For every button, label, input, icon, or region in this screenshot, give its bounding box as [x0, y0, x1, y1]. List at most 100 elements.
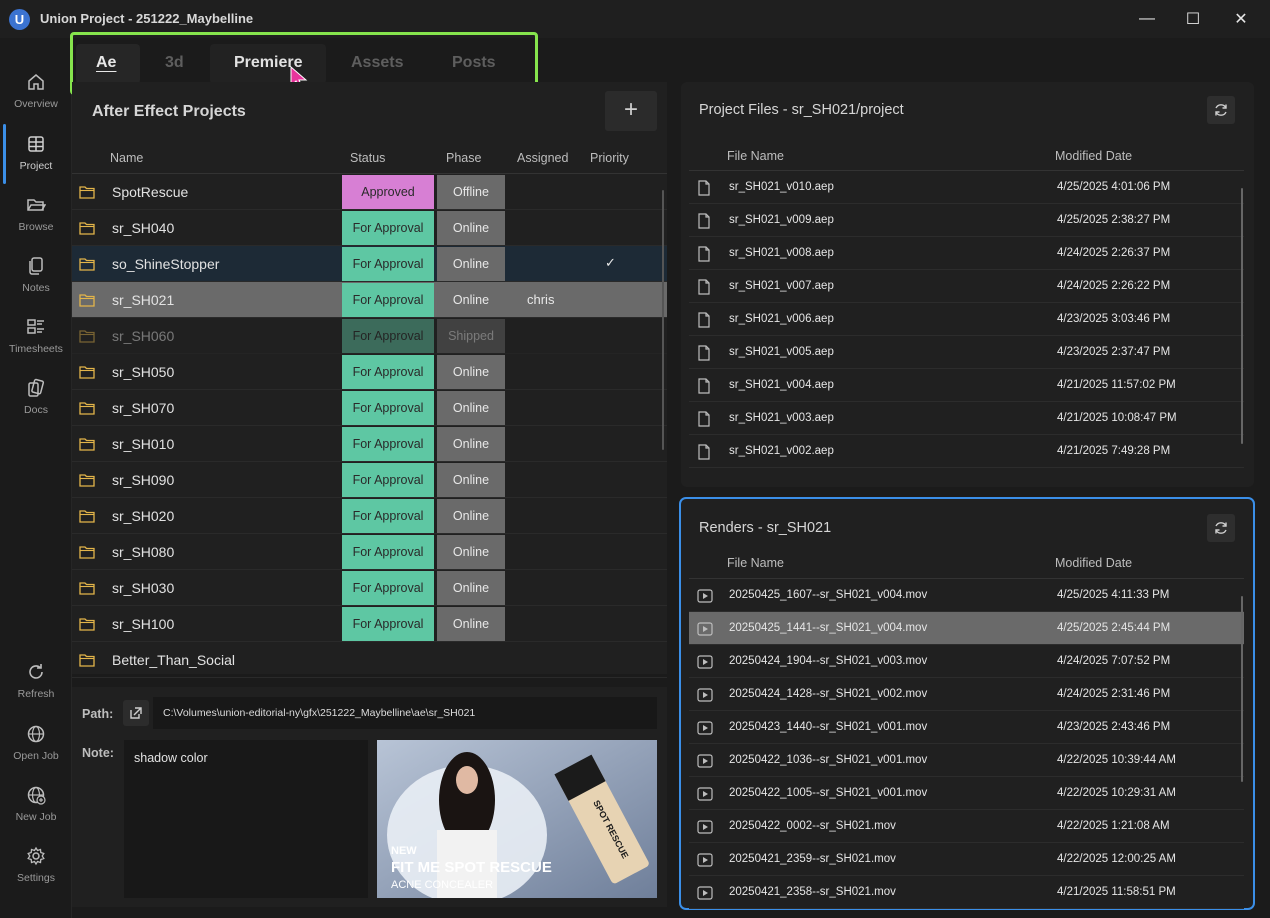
project-row[interactable]: sr_SH030 For Approval Online — [72, 570, 667, 606]
file-row[interactable]: sr_SH021_v010.aep 4/25/2025 4:01:06 PM — [689, 171, 1244, 204]
phase-badge[interactable]: Online — [437, 571, 505, 605]
status-badge[interactable]: For Approval — [342, 391, 434, 425]
nav-settings[interactable]: Settings — [0, 842, 72, 900]
renders-col-name[interactable]: File Name — [727, 556, 784, 570]
phase-badge[interactable]: Shipped — [437, 319, 505, 353]
render-thumbnail: SPOT RESCUE NEW FIT ME SPOT RESCUE ACNE … — [377, 740, 657, 898]
nav-timesheets[interactable]: Timesheets — [0, 313, 72, 371]
project-row[interactable]: sr_SH070 For Approval Online — [72, 390, 667, 426]
col-name[interactable]: Name — [110, 151, 143, 165]
file-row[interactable]: sr_SH021_v006.aep 4/23/2025 3:03:46 PM — [689, 303, 1244, 336]
files-scrollbar[interactable] — [1241, 188, 1243, 444]
render-row[interactable]: 20250425_1441--sr_SH021_v004.mov 4/25/202… — [689, 612, 1244, 645]
video-play-icon — [697, 655, 713, 669]
render-row[interactable]: 20250422_1036--sr_SH021_v001.mov 4/22/202… — [689, 744, 1244, 777]
project-row[interactable]: Better_Than_Social — [72, 642, 667, 678]
render-row[interactable]: 20250422_0002--sr_SH021.mov 4/22/2025 1:2… — [689, 810, 1244, 843]
phase-badge[interactable]: Online — [437, 535, 505, 569]
project-row[interactable]: sr_SH090 For Approval Online — [72, 462, 667, 498]
col-status[interactable]: Status — [350, 151, 385, 165]
phase-badge[interactable]: Online — [437, 391, 505, 425]
status-badge[interactable]: For Approval — [342, 211, 434, 245]
status-badge[interactable]: For Approval — [342, 499, 434, 533]
note-field[interactable]: shadow color — [124, 740, 368, 898]
files-col-date[interactable]: Modified Date — [1055, 149, 1132, 163]
priority-check[interactable]: ✓ — [605, 255, 616, 271]
project-row[interactable]: sr_SH050 For Approval Online — [72, 354, 667, 390]
phase-badge[interactable]: Online — [437, 607, 505, 641]
nav-refresh[interactable]: Refresh — [0, 658, 72, 716]
project-row[interactable]: sr_SH010 For Approval Online — [72, 426, 667, 462]
render-row[interactable]: 20250422_1005--sr_SH021_v001.mov 4/22/202… — [689, 777, 1244, 810]
nav-open-job-label: Open Job — [13, 750, 59, 762]
file-row[interactable]: sr_SH021_v005.aep 4/23/2025 2:37:47 PM — [689, 336, 1244, 369]
status-badge[interactable]: For Approval — [342, 571, 434, 605]
renders-scrollbar[interactable] — [1241, 596, 1243, 782]
project-row[interactable]: sr_SH040 For Approval Online — [72, 210, 667, 246]
phase-badge[interactable]: Online — [437, 427, 505, 461]
minimize-button[interactable]: — — [1124, 0, 1170, 38]
render-row[interactable]: 20250421_2358--sr_SH021.mov 4/21/2025 11:… — [689, 876, 1244, 909]
phase-badge[interactable]: Online — [437, 463, 505, 497]
maximize-button[interactable]: ☐ — [1170, 0, 1216, 38]
status-badge[interactable]: For Approval — [342, 463, 434, 497]
project-row[interactable]: sr_SH060 For Approval Shipped — [72, 318, 667, 354]
status-badge[interactable]: For Approval — [342, 607, 434, 641]
col-phase[interactable]: Phase — [446, 151, 481, 165]
nav-notes[interactable]: Notes — [0, 252, 72, 310]
status-badge[interactable]: For Approval — [342, 427, 434, 461]
path-field[interactable]: C:\Volumes\union-editorial-ny\gfx\251222… — [153, 697, 657, 729]
renders-refresh-button[interactable] — [1207, 514, 1235, 542]
render-row[interactable]: 20250424_1428--sr_SH021_v002.mov 4/24/202… — [689, 678, 1244, 711]
projects-scrollbar[interactable] — [662, 190, 664, 450]
file-row[interactable]: sr_SH021_v009.aep 4/25/2025 2:38:27 PM — [689, 204, 1244, 237]
open-path-button[interactable] — [123, 700, 149, 726]
render-file-name: 20250425_1607--sr_SH021_v004.mov — [729, 589, 928, 601]
project-name: sr_SH050 — [112, 364, 175, 380]
status-badge[interactable]: For Approval — [342, 355, 434, 389]
file-row[interactable]: sr_SH021_v003.aep 4/21/2025 10:08:47 PM — [689, 402, 1244, 435]
render-row[interactable]: 20250424_1904--sr_SH021_v003.mov 4/24/202… — [689, 645, 1244, 678]
render-row[interactable]: 20250423_1440--sr_SH021_v001.mov 4/23/202… — [689, 711, 1244, 744]
file-row[interactable]: sr_SH021_v007.aep 4/24/2025 2:26:22 PM — [689, 270, 1244, 303]
add-project-button[interactable]: + — [605, 91, 657, 131]
close-button[interactable]: ✕ — [1218, 0, 1264, 38]
status-badge[interactable]: For Approval — [342, 247, 434, 281]
files-col-name[interactable]: File Name — [727, 149, 784, 163]
nav-open-job[interactable]: Open Job — [0, 720, 72, 778]
status-badge[interactable]: For Approval — [342, 535, 434, 569]
phase-badge[interactable]: Online — [437, 355, 505, 389]
nav-new-job[interactable]: New Job — [0, 781, 72, 839]
col-assigned[interactable]: Assigned — [517, 151, 568, 165]
file-name: sr_SH021_v003.aep — [729, 412, 834, 424]
project-row[interactable]: sr_SH100 For Approval Online — [72, 606, 667, 642]
nav-browse[interactable]: Browse — [0, 191, 72, 249]
renders-col-date[interactable]: Modified Date — [1055, 556, 1132, 570]
status-badge[interactable]: For Approval — [342, 319, 434, 353]
file-row[interactable]: sr_SH021_v004.aep 4/21/2025 11:57:02 PM — [689, 369, 1244, 402]
status-badge[interactable]: For Approval — [342, 283, 434, 317]
nav-project[interactable]: Project — [0, 130, 72, 188]
render-row[interactable]: 20250421_2359--sr_SH021.mov 4/22/2025 12:… — [689, 843, 1244, 876]
nav-docs[interactable]: Docs — [0, 374, 72, 432]
project-row[interactable]: SpotRescue Approved Offline — [72, 174, 667, 210]
file-row[interactable]: sr_SH021_v008.aep 4/24/2025 2:26:37 PM — [689, 237, 1244, 270]
file-row[interactable]: sr_SH021_v002.aep 4/21/2025 7:49:28 PM — [689, 435, 1244, 468]
project-row[interactable]: so_ShineStopper For Approval Online ✓ — [72, 246, 667, 282]
project-row[interactable]: sr_SH020 For Approval Online — [72, 498, 667, 534]
video-play-icon — [697, 721, 713, 735]
project-row[interactable]: sr_SH021 For Approval Online chris — [72, 282, 667, 318]
col-priority[interactable]: Priority — [590, 151, 629, 165]
status-badge[interactable]: Approved — [342, 175, 434, 209]
phase-badge[interactable]: Online — [437, 211, 505, 245]
phase-badge[interactable]: Online — [437, 499, 505, 533]
nav-overview[interactable]: Overview — [0, 68, 72, 126]
render-row[interactable]: 20250425_1607--sr_SH021_v004.mov 4/25/202… — [689, 579, 1244, 612]
files-refresh-button[interactable] — [1207, 96, 1235, 124]
project-row[interactable]: sr_SH080 For Approval Online — [72, 534, 667, 570]
phase-badge[interactable]: Online — [437, 247, 505, 281]
phase-badge[interactable]: Online — [437, 283, 505, 317]
video-play-icon — [697, 589, 713, 603]
phase-badge[interactable]: Offline — [437, 175, 505, 209]
file-date: 4/21/2025 11:57:02 PM — [1057, 379, 1176, 391]
